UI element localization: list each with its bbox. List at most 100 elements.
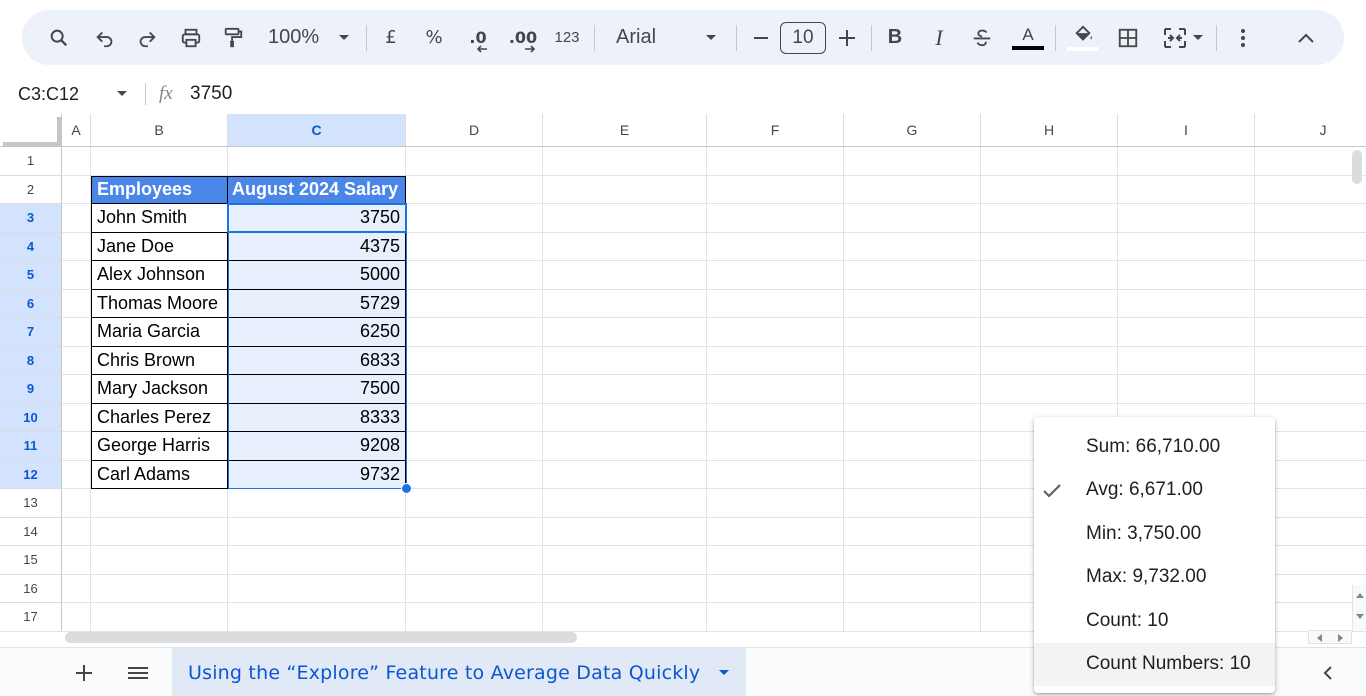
employee-name-cell[interactable]: Carl Adams xyxy=(91,460,228,489)
arrow-right-icon[interactable] xyxy=(1337,633,1345,643)
chevron-down-icon[interactable] xyxy=(115,89,129,99)
select-all-corner[interactable] xyxy=(0,114,62,147)
name-box[interactable]: C3:C12 xyxy=(18,74,79,114)
column-header-b[interactable]: B xyxy=(91,114,228,147)
chevron-down-icon[interactable] xyxy=(718,669,730,677)
salary-cell[interactable]: 4375 xyxy=(228,232,406,261)
row-header-2[interactable]: 2 xyxy=(0,175,62,204)
print-button[interactable] xyxy=(176,10,206,65)
row-header-10[interactable]: 10 xyxy=(0,403,62,432)
salary-cell[interactable]: 9208 xyxy=(228,432,406,461)
arrow-up-icon[interactable] xyxy=(1355,591,1365,599)
row-header-8[interactable]: 8 xyxy=(0,346,62,375)
zoom-select[interactable]: 100% xyxy=(262,10,352,65)
side-panel-toggle[interactable] xyxy=(1316,648,1340,696)
salary-cell[interactable]: 3750 xyxy=(228,204,406,233)
column-header-a[interactable]: A xyxy=(62,114,91,147)
undo-button[interactable] xyxy=(90,10,120,65)
decrease-font-size-button[interactable] xyxy=(748,10,774,65)
employee-name-cell[interactable]: Thomas Moore xyxy=(91,289,228,318)
increase-font-size-button[interactable] xyxy=(834,10,860,65)
increase-decimal-button[interactable]: .00 xyxy=(506,10,540,65)
strikethrough-button[interactable] xyxy=(969,10,995,65)
salary-cell[interactable]: 5729 xyxy=(228,289,406,318)
row-header-16[interactable]: 16 xyxy=(0,574,62,603)
column-header-d[interactable]: D xyxy=(406,114,543,147)
more-options-button[interactable] xyxy=(1230,10,1256,65)
table-header-salary[interactable]: August 2024 Salary xyxy=(228,175,406,204)
percent-format-button[interactable]: % xyxy=(421,10,447,65)
salary-cell[interactable]: 5000 xyxy=(228,261,406,290)
row-header-5[interactable]: 5 xyxy=(0,261,62,290)
employee-name-cell[interactable]: John Smith xyxy=(91,204,228,233)
employee-name-cell[interactable]: Maria Garcia xyxy=(91,318,228,347)
more-formats-button[interactable]: 123 xyxy=(550,10,584,65)
row-header-12[interactable]: 12 xyxy=(0,460,62,489)
employee-name-cell[interactable]: Alex Johnson xyxy=(91,261,228,290)
stats-menu-item[interactable]: Min: 3,750.00 xyxy=(1034,512,1275,555)
stats-menu-item[interactable]: Count: 10 xyxy=(1034,599,1275,642)
column-header-h[interactable]: H xyxy=(981,114,1118,147)
row-header-3[interactable]: 3 xyxy=(0,204,62,233)
font-family-select[interactable]: Arial xyxy=(612,10,722,65)
row-header-14[interactable]: 14 xyxy=(0,517,62,546)
stats-menu-item[interactable]: Avg: 6,671.00 xyxy=(1034,469,1275,512)
salary-cell[interactable]: 6833 xyxy=(228,346,406,375)
search-menus-button[interactable] xyxy=(44,10,74,65)
salary-cell[interactable]: 9732 xyxy=(228,460,406,489)
column-header-g[interactable]: G xyxy=(844,114,981,147)
decrease-decimal-button[interactable]: .0 xyxy=(462,10,494,65)
arrow-left-icon[interactable] xyxy=(1315,633,1323,643)
salary-cell[interactable]: 8333 xyxy=(228,403,406,432)
row-header-11[interactable]: 11 xyxy=(0,432,62,461)
summary-stats-menu: Sum: 66,710.00 Avg: 6,671.00 Min: 3,750.00… xyxy=(1034,417,1275,693)
currency-format-button[interactable]: £ xyxy=(378,10,404,65)
font-family-value: Arial xyxy=(616,26,657,48)
horizontal-scrollbar-thumb[interactable] xyxy=(65,632,577,643)
merge-cells-button[interactable] xyxy=(1158,10,1208,65)
redo-button[interactable] xyxy=(132,10,162,65)
gridline-vertical xyxy=(706,147,707,631)
employee-name-cell[interactable]: George Harris xyxy=(91,432,228,461)
column-header-f[interactable]: F xyxy=(707,114,844,147)
add-sheet-button[interactable] xyxy=(72,648,96,696)
row-header-9[interactable]: 9 xyxy=(0,375,62,404)
row-header-1[interactable]: 1 xyxy=(0,147,62,176)
fill-color-button[interactable] xyxy=(1066,10,1100,65)
row-header-7[interactable]: 7 xyxy=(0,318,62,347)
row-header-17[interactable]: 17 xyxy=(0,603,62,631)
employee-name-cell[interactable]: Jane Doe xyxy=(91,232,228,261)
stats-menu-item[interactable]: Count Numbers: 10 xyxy=(1034,642,1275,686)
formula-input[interactable]: 3750 xyxy=(190,74,1290,114)
row-header-13[interactable]: 13 xyxy=(0,489,62,518)
font-size-field[interactable]: 10 xyxy=(780,10,826,65)
vertical-scroll-arrows[interactable] xyxy=(1352,585,1366,631)
row-header-6[interactable]: 6 xyxy=(0,289,62,318)
column-header-e[interactable]: E xyxy=(543,114,707,147)
salary-cell[interactable]: 6250 xyxy=(228,318,406,347)
salary-cell[interactable]: 7500 xyxy=(228,375,406,404)
vertical-scrollbar-thumb[interactable] xyxy=(1352,150,1362,184)
employee-name-cell[interactable]: Charles Perez xyxy=(91,403,228,432)
bold-button[interactable]: B xyxy=(882,10,908,65)
column-header-c[interactable]: C xyxy=(228,114,406,147)
paint-format-button[interactable] xyxy=(218,10,248,65)
sheet-tab-active[interactable]: Using the “Explore” Feature to Average D… xyxy=(172,648,746,696)
employee-name-cell[interactable]: Mary Jackson xyxy=(91,375,228,404)
borders-button[interactable] xyxy=(1114,10,1142,65)
row-header-4[interactable]: 4 xyxy=(0,232,62,261)
column-header-j[interactable]: J xyxy=(1255,114,1366,147)
stats-menu-item[interactable]: Sum: 66,710.00 xyxy=(1034,425,1275,468)
stats-menu-item[interactable]: Max: 9,732.00 xyxy=(1034,556,1275,599)
row-header-15[interactable]: 15 xyxy=(0,546,62,575)
column-header-i[interactable]: I xyxy=(1118,114,1255,147)
employee-name-cell[interactable]: Chris Brown xyxy=(91,346,228,375)
arrow-down-icon[interactable] xyxy=(1355,613,1365,621)
italic-button[interactable]: I xyxy=(926,10,952,65)
collapse-toolbar-button[interactable] xyxy=(1292,10,1320,65)
table-header-employees[interactable]: Employees xyxy=(91,175,228,204)
all-sheets-button[interactable] xyxy=(126,648,150,696)
text-color-button[interactable]: A xyxy=(1010,10,1046,65)
horizontal-scroll-arrows[interactable] xyxy=(1308,630,1352,644)
fill-handle[interactable] xyxy=(401,483,412,494)
